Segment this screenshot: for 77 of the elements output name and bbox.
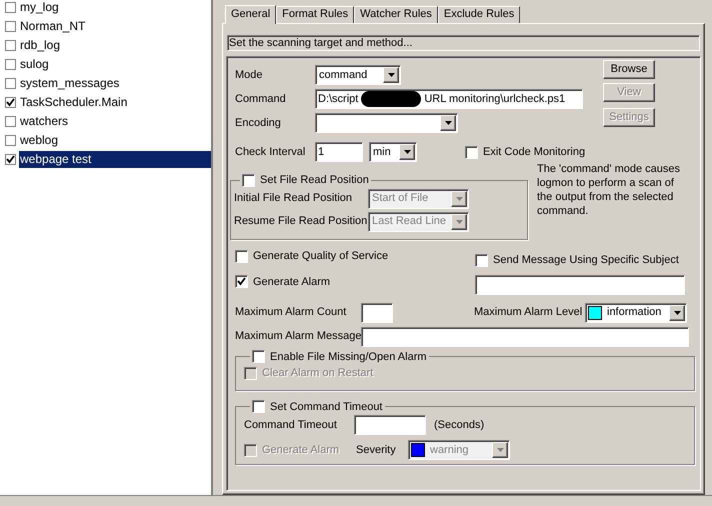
tab[interactable]: Format Rules (276, 6, 354, 23)
alarm-level-select[interactable]: information (585, 302, 687, 322)
list-item[interactable]: rdb_log (19, 37, 211, 54)
field-label: Resume File Read Position (234, 214, 368, 230)
field-label: Maximum Alarm Count (235, 305, 348, 320)
tab[interactable]: Exclude Rules (438, 6, 520, 23)
command-field[interactable]: D:\script URL monitoring\urlcheck.ps1 (315, 89, 583, 109)
checkbox-label: Generate Alarm (253, 274, 330, 290)
checkbox[interactable] (5, 135, 16, 146)
list-item[interactable]: webpage test (19, 151, 211, 168)
unit-label: (Seconds) (434, 418, 484, 433)
list-item[interactable]: sulog (19, 56, 211, 73)
unit-select[interactable]: min (369, 142, 417, 162)
checkbox[interactable] (5, 116, 16, 127)
checkbox[interactable] (5, 21, 16, 32)
checkbox-label: Generate Alarm (262, 442, 340, 458)
checkbox[interactable] (5, 78, 16, 89)
checkbox-label: Exit Code Monitoring (483, 144, 586, 160)
field-label: Severity (356, 442, 397, 458)
field-label: Check Interval (235, 144, 306, 160)
check-icon (6, 98, 15, 107)
field-label: Maximum Alarm Level (474, 305, 584, 320)
checkbox[interactable] (252, 350, 265, 364)
checkbox-label: Set Command Timeout (270, 400, 382, 414)
field-label: Command (235, 92, 287, 107)
dropdown-button[interactable] (399, 144, 415, 160)
checkbox-label: Set File Read Position (260, 173, 369, 188)
checkbox[interactable] (252, 400, 265, 414)
checkbox[interactable] (5, 97, 16, 108)
list-item[interactable]: Norman_NT (19, 18, 211, 35)
check-icon (6, 155, 15, 164)
checkbox-label: Send Message Using Specific Subject (493, 253, 679, 268)
checkbox[interactable] (5, 40, 16, 51)
list-item[interactable]: system_messages (19, 75, 211, 92)
checkbox[interactable] (242, 174, 255, 187)
dropdown-button[interactable] (669, 304, 685, 320)
timeout-field[interactable] (354, 415, 426, 435)
checkbox[interactable] (5, 2, 16, 13)
caret-icon (388, 73, 394, 77)
mode-select[interactable]: command (315, 65, 401, 85)
caret-icon (496, 448, 504, 452)
field-label: Mode (235, 68, 264, 83)
list-item[interactable]: weblog (19, 132, 211, 149)
encoding-select[interactable] (315, 113, 458, 133)
checkbox[interactable] (5, 59, 16, 70)
dropdown-button[interactable] (383, 67, 399, 83)
checkbox[interactable] (465, 146, 478, 158)
field-label: Initial File Read Position (234, 191, 354, 206)
caret-icon (444, 121, 452, 125)
checkbox[interactable] (235, 250, 248, 263)
field-label: Command Timeout (244, 418, 338, 433)
caret-icon (404, 150, 410, 154)
list-item[interactable]: my_log (19, 0, 211, 16)
check-icon (237, 277, 246, 286)
dialog-button[interactable]: Browse (603, 60, 655, 79)
checkbox-label: Generate Quality of Service (253, 249, 388, 264)
alarm-count-field[interactable] (361, 302, 393, 322)
tab[interactable]: General (225, 5, 276, 24)
list-item[interactable]: TaskScheduler.Main (19, 94, 211, 111)
checkbox[interactable] (5, 154, 16, 165)
checkbox[interactable] (475, 254, 488, 267)
checkbox[interactable] (235, 275, 248, 288)
list-item[interactable]: watchers (19, 113, 211, 130)
field-label: Maximum Alarm Message (235, 329, 361, 344)
field-label: Encoding (235, 116, 282, 131)
alarm-message-field[interactable] (361, 326, 689, 346)
caret-icon (456, 220, 462, 224)
hint-bar: Set the scanning target and method... (227, 35, 700, 51)
caret-icon (674, 310, 680, 314)
interval-field[interactable]: 1 (315, 142, 363, 162)
checkbox-label: Clear Alarm on Restart (262, 366, 374, 381)
dropdown-button[interactable] (440, 115, 456, 131)
subject-field[interactable] (475, 274, 685, 294)
mode-description: The 'command' mode causes logmon to perform a scan of the output from the selected command. (537, 162, 681, 219)
checkbox-label: Enable File Missing/Open Alarm (270, 350, 427, 364)
caret-icon (456, 196, 462, 200)
tab[interactable]: Watcher Rules (354, 6, 438, 23)
